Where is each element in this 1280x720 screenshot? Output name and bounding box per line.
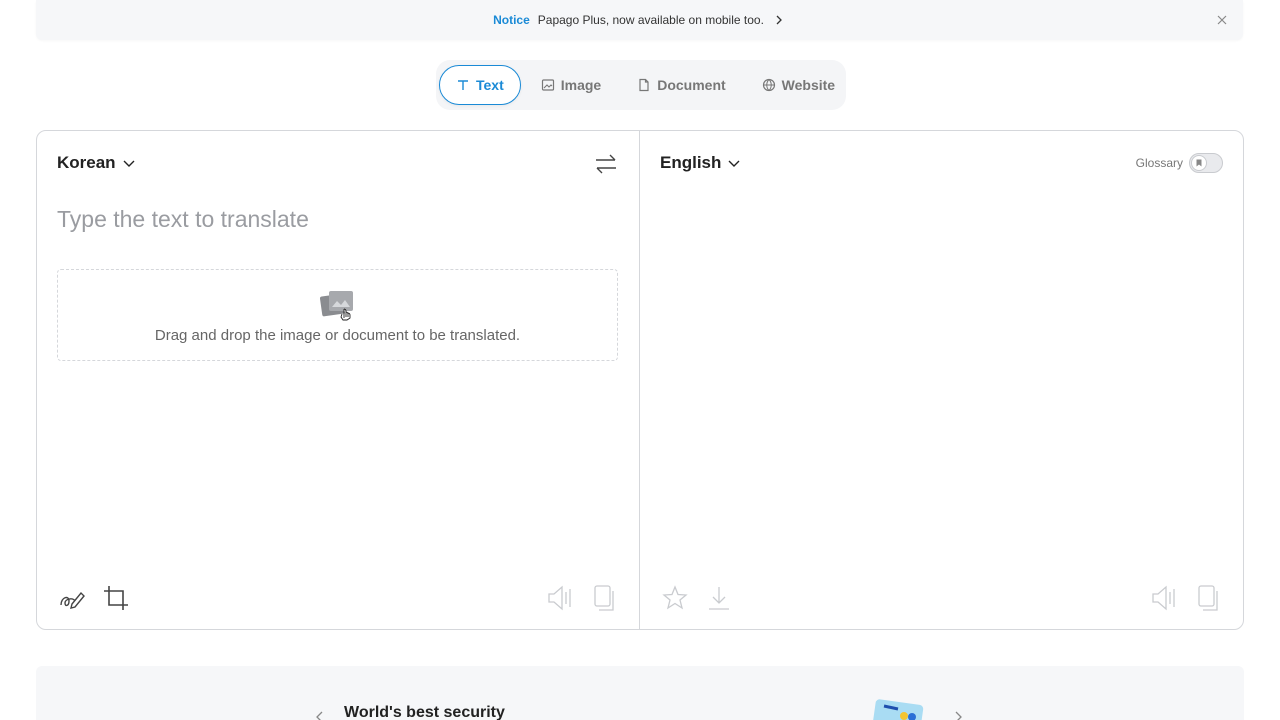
bookmark-icon xyxy=(1196,159,1202,167)
chevron-right-icon[interactable] xyxy=(952,710,964,720)
notice-message[interactable]: Papago Plus, now available on mobile too… xyxy=(538,13,764,27)
close-icon[interactable] xyxy=(1215,13,1229,27)
tab-document[interactable]: Document xyxy=(621,65,741,105)
glossary-control: Glossary xyxy=(1136,153,1223,173)
notice-tag: Notice xyxy=(493,13,530,27)
translation-panel: Korean Drag and drop the image or docume… xyxy=(36,130,1244,630)
copy-icon[interactable] xyxy=(589,583,619,613)
star-icon[interactable] xyxy=(660,583,690,613)
security-card-illustration xyxy=(872,699,924,720)
crop-icon[interactable] xyxy=(101,583,131,613)
source-tools-right xyxy=(545,583,619,613)
target-tools-right xyxy=(1149,583,1223,613)
source-language-select[interactable]: Korean xyxy=(57,153,136,173)
handwriting-icon[interactable] xyxy=(57,583,87,613)
image-drop-icon xyxy=(319,290,353,320)
tab-website-label: Website xyxy=(781,77,836,93)
chevron-right-icon xyxy=(776,15,782,25)
target-language-label: English xyxy=(660,153,722,172)
mode-tabs: Text Image Document Website xyxy=(436,60,846,110)
chevron-down-icon xyxy=(123,160,135,167)
speaker-icon[interactable] xyxy=(545,583,575,613)
dropzone-text: Drag and drop the image or document to b… xyxy=(154,326,521,344)
image-icon xyxy=(541,79,554,91)
globe-icon xyxy=(762,78,775,92)
chevron-left-icon[interactable] xyxy=(314,710,326,720)
tab-text[interactable]: Text xyxy=(439,65,521,105)
tab-website[interactable]: Website xyxy=(746,65,851,105)
copy-icon[interactable] xyxy=(1193,583,1223,613)
source-text-input[interactable] xyxy=(57,199,617,239)
glossary-toggle[interactable] xyxy=(1189,153,1223,173)
glossary-label: Glossary xyxy=(1135,156,1183,170)
source-language-label: Korean xyxy=(57,153,116,172)
source-pane: Korean Drag and drop the image or docume… xyxy=(37,131,640,629)
tab-document-label: Document xyxy=(657,77,726,93)
source-tools-left xyxy=(57,583,131,613)
swap-languages-icon[interactable] xyxy=(593,151,619,177)
banner-title: World's best security xyxy=(344,704,505,720)
tab-text-label: Text xyxy=(476,77,504,93)
tab-image-label: Image xyxy=(560,77,602,93)
glossary-toggle-knob xyxy=(1191,155,1207,171)
promo-banner: World's best security xyxy=(36,666,1244,720)
document-icon xyxy=(639,78,649,92)
target-language-select[interactable]: English xyxy=(660,153,741,173)
text-icon xyxy=(458,80,468,90)
tab-image[interactable]: Image xyxy=(525,65,617,105)
notice-bar[interactable]: Notice Papago Plus, now available on mob… xyxy=(36,0,1243,40)
download-icon[interactable] xyxy=(704,583,734,613)
target-tools-left xyxy=(660,583,734,613)
chevron-down-icon xyxy=(728,160,740,167)
file-dropzone[interactable]: Drag and drop the image or document to b… xyxy=(57,269,618,361)
speaker-icon[interactable] xyxy=(1149,583,1179,613)
target-pane: English Glossary xyxy=(640,131,1243,629)
